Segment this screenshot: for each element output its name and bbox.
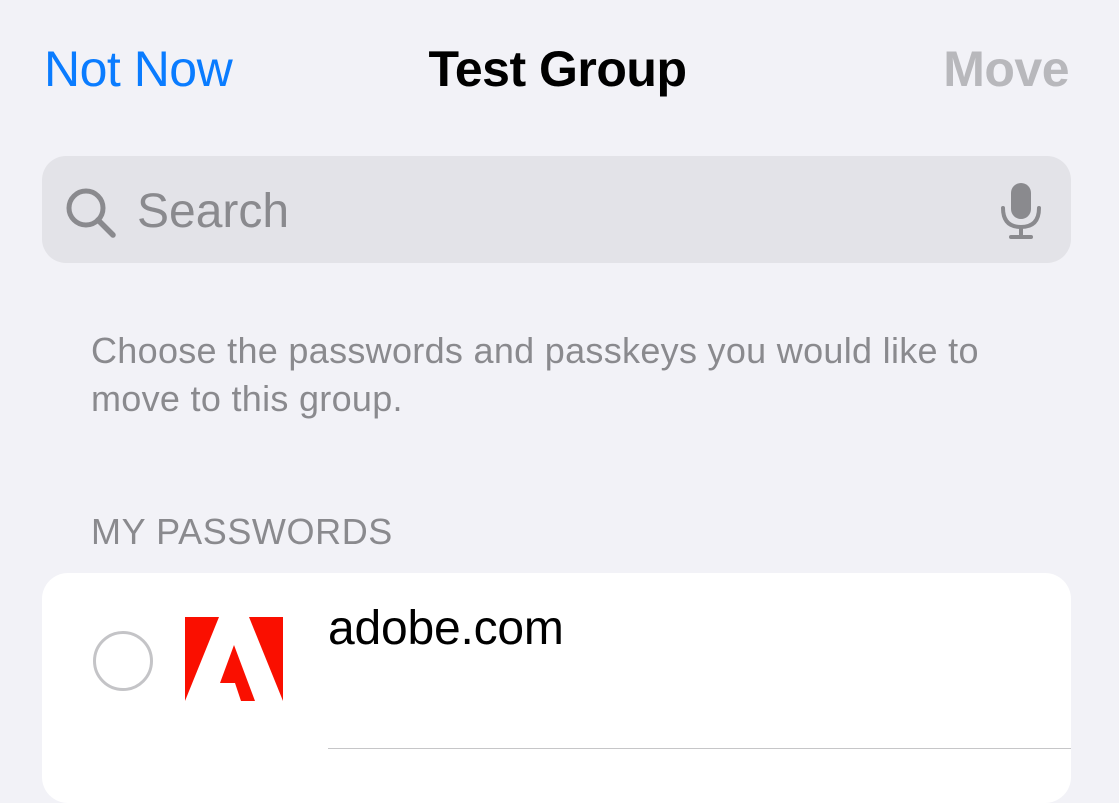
page-title-text: Test Group (428, 41, 687, 97)
search-input[interactable] (137, 176, 957, 246)
microphone-icon[interactable] (998, 180, 1044, 240)
row-separator (328, 748, 1071, 749)
section-header-my-passwords: MY PASSWORDS (91, 511, 393, 552)
select-radio-button[interactable] (93, 631, 153, 691)
adobe-logo-icon (185, 617, 283, 701)
move-button[interactable]: Move (943, 40, 1069, 98)
search-icon (66, 188, 116, 238)
password-item-title[interactable]: adobe.com (328, 600, 564, 658)
description-text: Choose the passwords and passkeys you wo… (91, 330, 979, 419)
navigation-bar: Not Now Test Group Move (0, 0, 1119, 140)
